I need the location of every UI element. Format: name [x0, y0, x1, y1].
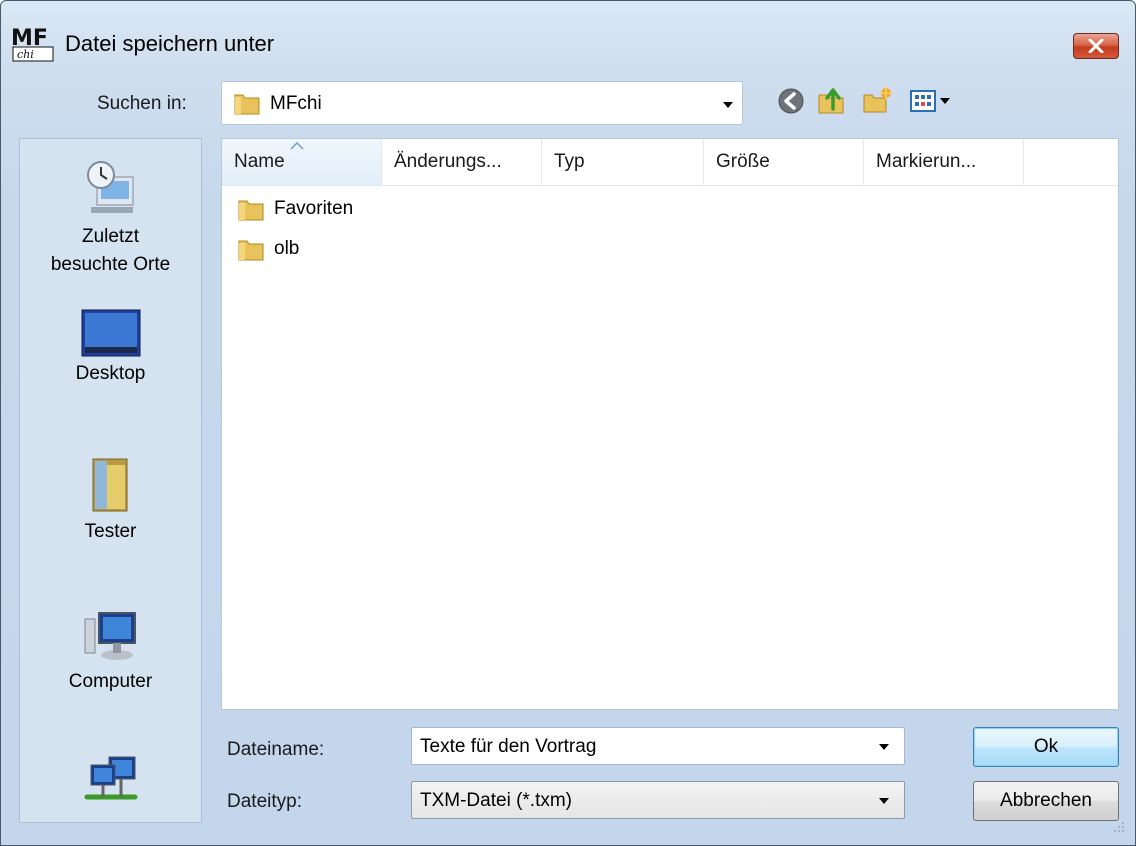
filetype-label: Dateityp:: [227, 791, 302, 812]
title-bar[interactable]: MF chi Datei speichern unter: [1, 1, 1135, 67]
chevron-down-icon[interactable]: [878, 743, 890, 751]
list-item-name: Favoriten: [274, 198, 354, 219]
place-desktop[interactable]: Desktop: [20, 309, 201, 385]
save-as-dialog: MF chi Datei speichern unter Suchen in: …: [0, 0, 1136, 846]
list-item-name: olb: [274, 238, 300, 259]
folder-icon: [238, 240, 264, 261]
column-size[interactable]: Größe: [704, 139, 864, 185]
computer-icon: [84, 612, 136, 660]
mfchi-logo-icon: MF chi: [11, 26, 54, 62]
file-list[interactable]: Name Änderungs... Typ Größe Markierun...…: [221, 138, 1119, 710]
desktop-icon: [81, 309, 140, 357]
lookin-value: MFchi: [270, 93, 322, 114]
close-button[interactable]: [1073, 33, 1119, 59]
place-user[interactable]: Tester: [20, 455, 201, 543]
place-recent-label: Zuletzt besuchte Orte: [50, 226, 171, 275]
ok-button[interactable]: Ok: [973, 727, 1119, 767]
back-icon[interactable]: [775, 85, 807, 117]
list-item[interactable]: olb: [238, 231, 438, 267]
lookin-label: Suchen in:: [97, 93, 187, 114]
chevron-down-icon: [723, 102, 733, 108]
column-header-row: Name Änderungs... Typ Größe Markierun...: [222, 139, 1118, 186]
chevron-down-icon: [879, 798, 889, 804]
new-folder-icon[interactable]: [861, 85, 893, 117]
column-tags[interactable]: Markierun...: [864, 139, 1024, 185]
filename-field[interactable]: Texte für den Vortrag: [411, 727, 905, 765]
lookin-dropdown[interactable]: MFchi: [221, 81, 743, 125]
place-network[interactable]: [20, 753, 201, 815]
svg-text:chi: chi: [17, 48, 34, 61]
column-type[interactable]: Typ: [542, 139, 704, 185]
list-item[interactable]: Favoriten: [238, 191, 438, 227]
sort-ascending-icon: [290, 142, 304, 150]
folder-icon: [234, 94, 260, 115]
place-desktop-label: Desktop: [75, 363, 146, 384]
column-name[interactable]: Name: [222, 139, 382, 185]
place-computer[interactable]: Computer: [20, 609, 201, 693]
dialog-title: Datei speichern unter: [65, 31, 275, 56]
recent-places-icon: [86, 161, 133, 213]
up-folder-icon[interactable]: [815, 85, 847, 117]
filename-label: Dateiname:: [227, 739, 325, 760]
user-folder-icon: [92, 458, 127, 512]
place-computer-label: Computer: [68, 671, 153, 692]
filename-value: Texte für den Vortrag: [420, 736, 597, 757]
network-icon: [84, 756, 137, 800]
place-recent[interactable]: Zuletzt besuchte Orte: [20, 157, 201, 279]
place-user-label: Tester: [84, 521, 137, 542]
close-icon: [1088, 39, 1104, 53]
cancel-button[interactable]: Abbrechen: [973, 781, 1119, 821]
filetype-value: TXM-Datei (*.txm): [420, 790, 572, 811]
column-modified[interactable]: Änderungs...: [382, 139, 542, 185]
filetype-select[interactable]: TXM-Datei (*.txm): [411, 781, 905, 819]
resize-grip-icon[interactable]: [1111, 819, 1125, 833]
views-menu-icon[interactable]: [907, 85, 963, 117]
folder-icon: [238, 200, 264, 221]
places-bar: Zuletzt besuchte Orte Desktop Tester Com…: [19, 138, 202, 823]
